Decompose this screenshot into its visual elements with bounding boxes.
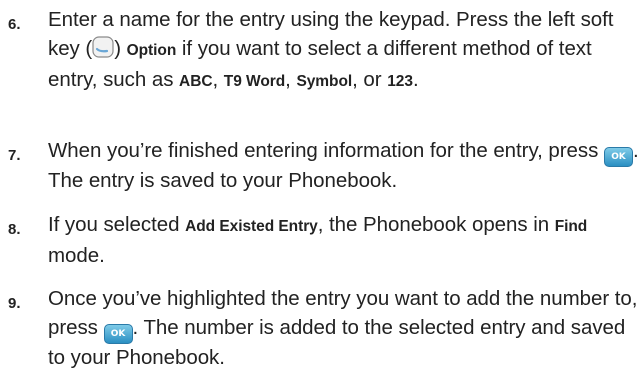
left-soft-key-icon: [92, 35, 114, 67]
step-text: When you’re finished entering informatio…: [48, 139, 639, 192]
t9-word-label: T9 Word: [223, 73, 286, 90]
step-number: 6.: [8, 16, 21, 33]
step-number: 9.: [8, 295, 21, 312]
add-existed-entry-label: Add Existed Entry: [185, 218, 318, 235]
abc-label: ABC: [179, 73, 213, 90]
step-number: 8.: [8, 221, 21, 238]
step-number: 7.: [8, 147, 21, 164]
ok-key-icon: OK: [603, 147, 633, 167]
n123-label: 123: [387, 73, 413, 90]
find-label: Find: [554, 218, 588, 235]
option-label: Option: [126, 41, 177, 59]
ok-key-icon: OK: [103, 323, 133, 344]
symbol-label: Symbol: [296, 73, 353, 90]
step-text: Enter a name for the entry using the key…: [48, 8, 614, 91]
step-text: If you selected Add Existed Entry, the P…: [48, 213, 588, 267]
step-text: Once you’ve highlighted the entry you wa…: [48, 287, 638, 369]
